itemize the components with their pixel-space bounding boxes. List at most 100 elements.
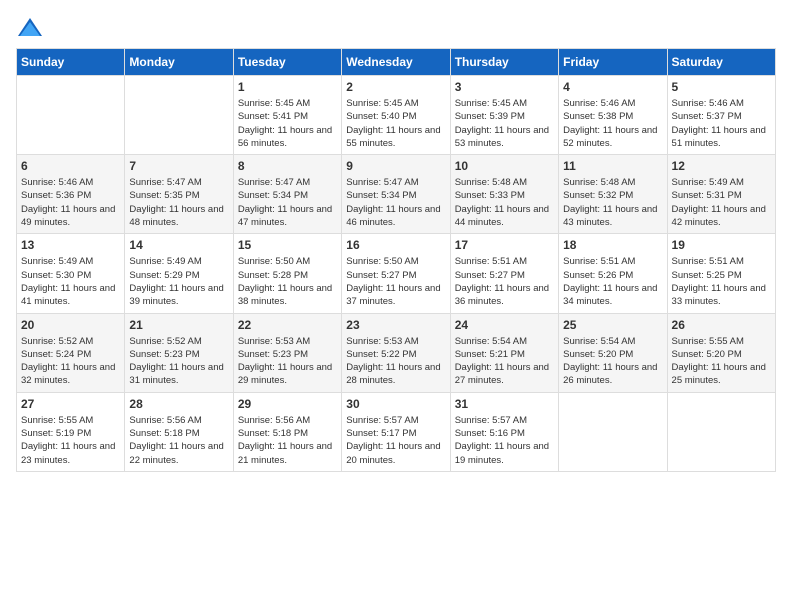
day-number: 12 — [672, 159, 771, 173]
calendar-cell: 31Sunrise: 5:57 AM Sunset: 5:16 PM Dayli… — [450, 392, 558, 471]
calendar-week-1: 1 Sunrise: 5:45 AM Sunset: 5:41 PM Daylig… — [17, 76, 776, 155]
day-number: 21 — [129, 318, 228, 332]
day-number: 31 — [455, 397, 554, 411]
calendar-cell: 9 Sunrise: 5:47 AM Sunset: 5:34 PM Daylig… — [342, 155, 450, 234]
day-number: 16 — [346, 238, 445, 252]
day-info: Sunrise: 5:46 AM Sunset: 5:36 PM Dayligh… — [21, 176, 120, 229]
day-info: Sunrise: 5:53 AM Sunset: 5:23 PM Dayligh… — [238, 335, 337, 388]
day-header-tuesday: Tuesday — [233, 49, 341, 76]
calendar-cell: 8 Sunrise: 5:47 AM Sunset: 5:34 PM Daylig… — [233, 155, 341, 234]
day-number: 19 — [672, 238, 771, 252]
day-header-monday: Monday — [125, 49, 233, 76]
day-info: Sunrise: 5:49 AM Sunset: 5:29 PM Dayligh… — [129, 255, 228, 308]
calendar-cell: 1 Sunrise: 5:45 AM Sunset: 5:41 PM Daylig… — [233, 76, 341, 155]
day-info: Sunrise: 5:50 AM Sunset: 5:28 PM Dayligh… — [238, 255, 337, 308]
calendar-cell: 19 Sunrise: 5:51 AM Sunset: 5:25 PM Dayli… — [667, 234, 775, 313]
day-info: Sunrise: 5:54 AM Sunset: 5:20 PM Dayligh… — [563, 335, 662, 388]
day-number: 3 — [455, 80, 554, 94]
day-number: 25 — [563, 318, 662, 332]
day-number: 1 — [238, 80, 337, 94]
calendar-cell: 25 Sunrise: 5:54 AM Sunset: 5:20 PM Dayli… — [559, 313, 667, 392]
calendar-cell: 7 Sunrise: 5:47 AM Sunset: 5:35 PM Daylig… — [125, 155, 233, 234]
day-info: Sunrise: 5:46 AM Sunset: 5:38 PM Dayligh… — [563, 97, 662, 150]
day-header-saturday: Saturday — [667, 49, 775, 76]
day-number: 20 — [21, 318, 120, 332]
day-info: Sunrise: 5:51 AM Sunset: 5:26 PM Dayligh… — [563, 255, 662, 308]
logo-icon — [16, 16, 44, 40]
day-info: Sunrise: 5:56 AM Sunset: 5:18 PM Dayligh… — [238, 414, 337, 467]
day-number: 23 — [346, 318, 445, 332]
day-number: 7 — [129, 159, 228, 173]
calendar-cell: 20Sunrise: 5:52 AM Sunset: 5:24 PM Dayli… — [17, 313, 125, 392]
calendar-cell: 28 Sunrise: 5:56 AM Sunset: 5:18 PM Dayli… — [125, 392, 233, 471]
day-number: 27 — [21, 397, 120, 411]
calendar-cell: 16 Sunrise: 5:50 AM Sunset: 5:27 PM Dayli… — [342, 234, 450, 313]
day-info: Sunrise: 5:45 AM Sunset: 5:40 PM Dayligh… — [346, 97, 445, 150]
day-number: 18 — [563, 238, 662, 252]
calendar-cell: 24Sunrise: 5:54 AM Sunset: 5:21 PM Dayli… — [450, 313, 558, 392]
calendar-header-row: SundayMondayTuesdayWednesdayThursdayFrid… — [17, 49, 776, 76]
day-number: 13 — [21, 238, 120, 252]
day-info: Sunrise: 5:47 AM Sunset: 5:34 PM Dayligh… — [346, 176, 445, 229]
calendar-week-5: 27 Sunrise: 5:55 AM Sunset: 5:19 PM Dayli… — [17, 392, 776, 471]
calendar-cell: 5 Sunrise: 5:46 AM Sunset: 5:37 PM Daylig… — [667, 76, 775, 155]
day-number: 10 — [455, 159, 554, 173]
day-info: Sunrise: 5:53 AM Sunset: 5:22 PM Dayligh… — [346, 335, 445, 388]
day-number: 14 — [129, 238, 228, 252]
calendar-cell: 22 Sunrise: 5:53 AM Sunset: 5:23 PM Dayli… — [233, 313, 341, 392]
calendar-cell: 15Sunrise: 5:50 AM Sunset: 5:28 PM Dayli… — [233, 234, 341, 313]
calendar-cell: 27 Sunrise: 5:55 AM Sunset: 5:19 PM Dayli… — [17, 392, 125, 471]
day-number: 5 — [672, 80, 771, 94]
day-header-sunday: Sunday — [17, 49, 125, 76]
day-number: 8 — [238, 159, 337, 173]
day-info: Sunrise: 5:48 AM Sunset: 5:33 PM Dayligh… — [455, 176, 554, 229]
calendar-cell: 12 Sunrise: 5:49 AM Sunset: 5:31 PM Dayli… — [667, 155, 775, 234]
calendar-cell: 29 Sunrise: 5:56 AM Sunset: 5:18 PM Dayli… — [233, 392, 341, 471]
day-info: Sunrise: 5:45 AM Sunset: 5:39 PM Dayligh… — [455, 97, 554, 150]
day-info: Sunrise: 5:52 AM Sunset: 5:23 PM Dayligh… — [129, 335, 228, 388]
day-info: Sunrise: 5:50 AM Sunset: 5:27 PM Dayligh… — [346, 255, 445, 308]
day-number: 26 — [672, 318, 771, 332]
day-number: 4 — [563, 80, 662, 94]
day-number: 28 — [129, 397, 228, 411]
day-number: 9 — [346, 159, 445, 173]
day-info: Sunrise: 5:55 AM Sunset: 5:20 PM Dayligh… — [672, 335, 771, 388]
day-header-thursday: Thursday — [450, 49, 558, 76]
day-info: Sunrise: 5:56 AM Sunset: 5:18 PM Dayligh… — [129, 414, 228, 467]
calendar-cell: 30Sunrise: 5:57 AM Sunset: 5:17 PM Dayli… — [342, 392, 450, 471]
day-header-friday: Friday — [559, 49, 667, 76]
calendar-cell: 17 Sunrise: 5:51 AM Sunset: 5:27 PM Dayli… — [450, 234, 558, 313]
day-info: Sunrise: 5:49 AM Sunset: 5:31 PM Dayligh… — [672, 176, 771, 229]
calendar-cell: 13 Sunrise: 5:49 AM Sunset: 5:30 PM Dayli… — [17, 234, 125, 313]
day-number: 30 — [346, 397, 445, 411]
calendar-cell: 4 Sunrise: 5:46 AM Sunset: 5:38 PM Daylig… — [559, 76, 667, 155]
calendar-cell: 2Sunrise: 5:45 AM Sunset: 5:40 PM Daylig… — [342, 76, 450, 155]
day-info: Sunrise: 5:55 AM Sunset: 5:19 PM Dayligh… — [21, 414, 120, 467]
day-info: Sunrise: 5:48 AM Sunset: 5:32 PM Dayligh… — [563, 176, 662, 229]
day-info: Sunrise: 5:45 AM Sunset: 5:41 PM Dayligh… — [238, 97, 337, 150]
calendar-cell — [125, 76, 233, 155]
day-number: 17 — [455, 238, 554, 252]
calendar-cell: 6Sunrise: 5:46 AM Sunset: 5:36 PM Daylig… — [17, 155, 125, 234]
day-info: Sunrise: 5:54 AM Sunset: 5:21 PM Dayligh… — [455, 335, 554, 388]
day-info: Sunrise: 5:51 AM Sunset: 5:25 PM Dayligh… — [672, 255, 771, 308]
calendar-table: SundayMondayTuesdayWednesdayThursdayFrid… — [16, 48, 776, 472]
day-info: Sunrise: 5:47 AM Sunset: 5:35 PM Dayligh… — [129, 176, 228, 229]
day-header-wednesday: Wednesday — [342, 49, 450, 76]
calendar-week-2: 6Sunrise: 5:46 AM Sunset: 5:36 PM Daylig… — [17, 155, 776, 234]
day-number: 11 — [563, 159, 662, 173]
calendar-cell — [667, 392, 775, 471]
calendar-cell: 23 Sunrise: 5:53 AM Sunset: 5:22 PM Dayli… — [342, 313, 450, 392]
day-info: Sunrise: 5:49 AM Sunset: 5:30 PM Dayligh… — [21, 255, 120, 308]
calendar-cell: 18 Sunrise: 5:51 AM Sunset: 5:26 PM Dayli… — [559, 234, 667, 313]
calendar-cell: 26 Sunrise: 5:55 AM Sunset: 5:20 PM Dayli… — [667, 313, 775, 392]
day-info: Sunrise: 5:47 AM Sunset: 5:34 PM Dayligh… — [238, 176, 337, 229]
calendar-cell: 11 Sunrise: 5:48 AM Sunset: 5:32 PM Dayli… — [559, 155, 667, 234]
logo — [16, 16, 48, 40]
day-info: Sunrise: 5:51 AM Sunset: 5:27 PM Dayligh… — [455, 255, 554, 308]
day-number: 29 — [238, 397, 337, 411]
calendar-cell: 21 Sunrise: 5:52 AM Sunset: 5:23 PM Dayli… — [125, 313, 233, 392]
day-info: Sunrise: 5:46 AM Sunset: 5:37 PM Dayligh… — [672, 97, 771, 150]
calendar-week-3: 13 Sunrise: 5:49 AM Sunset: 5:30 PM Dayli… — [17, 234, 776, 313]
day-number: 22 — [238, 318, 337, 332]
